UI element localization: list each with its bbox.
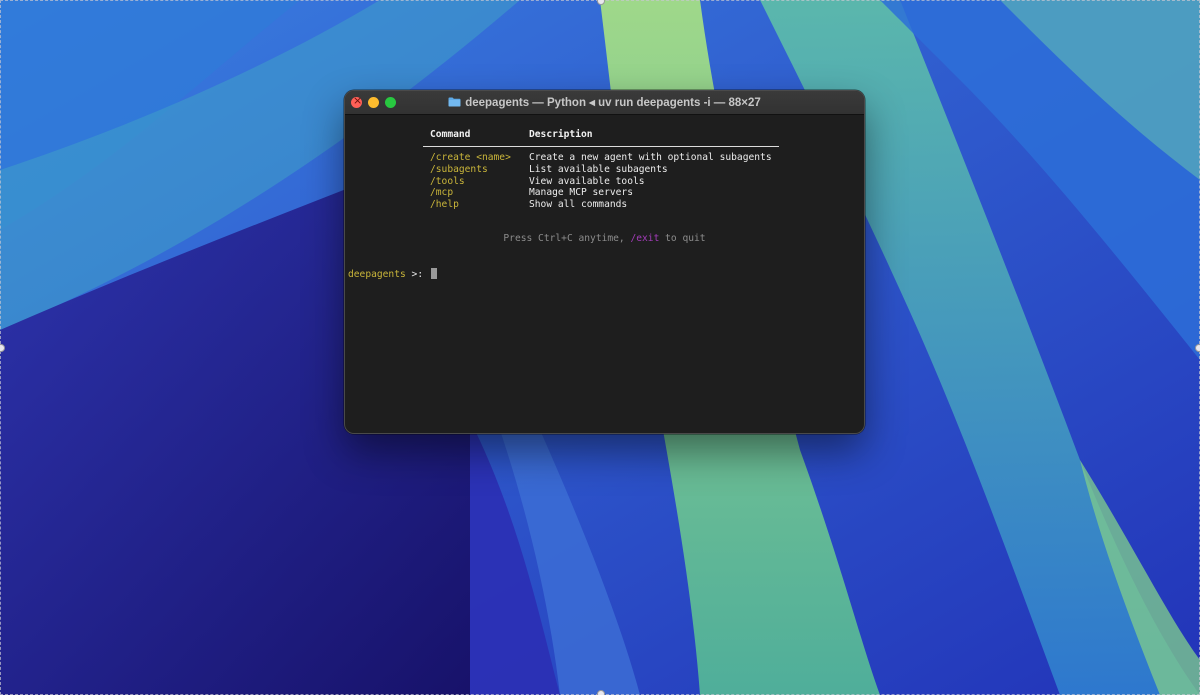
header-command: Command: [430, 129, 471, 140]
terminal-window[interactable]: deepagents — Python ◂ uv run deepagents …: [344, 90, 865, 434]
quit-hint: Press Ctrl+C anytime, /exit to quit: [345, 233, 864, 244]
hint-exit-command: /exit: [630, 233, 660, 244]
row-command: /tools: [430, 175, 465, 187]
title-bar[interactable]: deepagents — Python ◂ uv run deepagents …: [345, 91, 864, 115]
table-row: /tools View available tools: [423, 176, 779, 188]
commands-table: Command Description /create <name> Creat…: [423, 128, 779, 211]
window-title: deepagents — Python ◂ uv run deepagents …: [465, 97, 761, 109]
selection-handle-right[interactable]: [1195, 344, 1200, 352]
row-description: View available tools: [529, 175, 645, 187]
hint-before: Press Ctrl+C anytime,: [503, 233, 631, 244]
window-title-wrap: deepagents — Python ◂ uv run deepagents …: [345, 95, 864, 109]
text-cursor[interactable]: [430, 268, 437, 279]
table-row: /help Show all commands: [423, 199, 779, 211]
table-header: Command Description: [423, 128, 779, 142]
row-description: Manage MCP servers: [529, 187, 633, 199]
row-description: Show all commands: [529, 199, 628, 211]
table-row: /subagents List available subagents: [423, 164, 779, 176]
row-command: /mcp: [430, 187, 454, 199]
table-row: /mcp Manage MCP servers: [423, 187, 779, 199]
selection-handle-bottom[interactable]: [597, 690, 605, 695]
row-description: List available subagents: [529, 163, 668, 175]
table-rows: /create <name> Create a new agent with o…: [423, 152, 779, 211]
row-command: /create <name>: [430, 152, 511, 163]
table-row: /create <name> Create a new agent with o…: [423, 152, 779, 164]
row-command: /subagents: [430, 163, 488, 175]
row-description: Create a new agent with optional subagen…: [529, 152, 772, 163]
header-rule: [423, 146, 779, 147]
header-description: Description: [529, 129, 593, 140]
command-prompt[interactable]: deepagents >:: [348, 268, 437, 280]
hint-after: to quit: [659, 233, 706, 244]
folder-icon: [448, 97, 461, 107]
prompt-name: deepagents: [348, 269, 406, 280]
row-command: /help: [430, 199, 459, 211]
prompt-arrow: >:: [405, 269, 429, 280]
